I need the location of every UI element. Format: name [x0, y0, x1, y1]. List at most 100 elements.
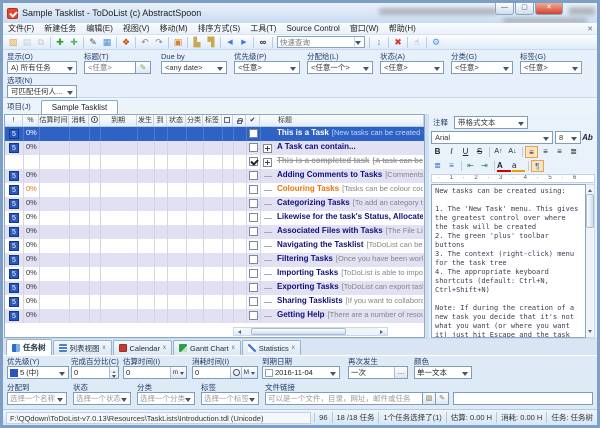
edit-task-icon[interactable]: ✎ — [86, 36, 100, 49]
preferences-gear-icon[interactable]: ⚙ — [429, 36, 443, 49]
redo-icon[interactable]: ↷ — [152, 36, 166, 49]
filter-options-dropdown[interactable]: 可匹配任何人... — [7, 85, 77, 98]
task-checkbox[interactable] — [249, 157, 258, 166]
attr-category-dropdown[interactable]: 选择一个分类 — [137, 392, 195, 405]
align-right-icon[interactable]: ≡ — [553, 146, 566, 158]
filter-due-dropdown[interactable]: <any date> — [161, 61, 227, 74]
save-icon[interactable]: ▤ — [20, 36, 34, 49]
tab-statistics[interactable]: Statisticsx — [242, 340, 301, 355]
sort-icon[interactable]: ↕ — [372, 36, 386, 49]
attr-status-dropdown[interactable]: 选择一个状态 — [73, 392, 131, 405]
comments-text[interactable]: New tasks can be created using: 1. The '… — [431, 184, 586, 338]
menu-tools[interactable]: 工具(T) — [245, 23, 281, 34]
scroll-thumb[interactable] — [251, 328, 346, 335]
filter-show-dropdown[interactable]: A) 所有任务 — [7, 61, 77, 74]
task-row[interactable]: 50%Filtering Tasks[Once you have been wo… — [5, 253, 424, 267]
quick-search-input[interactable] — [278, 38, 354, 47]
task-row[interactable]: 50%Associated Files with Tasks[The File … — [5, 225, 424, 239]
open-file-icon[interactable]: ▨ — [6, 36, 20, 49]
attr-allocto-dropdown[interactable]: 选择一个名称 — [7, 392, 67, 405]
filter-priority-dropdown[interactable]: <任意> — [234, 61, 300, 74]
find-tasks-icon[interactable]: ∞ — [256, 36, 270, 49]
column-spent[interactable]: 消耗 — [69, 115, 89, 126]
paragraph-icon[interactable]: ¶ — [531, 160, 544, 172]
align-left-icon[interactable]: ≡ — [525, 146, 538, 158]
time-tracking-clock-icon[interactable] — [230, 367, 241, 378]
menu-move[interactable]: 移动(M) — [155, 23, 193, 34]
task-row[interactable]: 50%Adding Comments to Tasks[Comments are… — [5, 169, 424, 183]
numbered-list-icon[interactable]: ≡ — [445, 160, 458, 172]
task-checkbox[interactable] — [249, 241, 258, 250]
maximize-tasklist-icon[interactable]: ▙ — [190, 36, 204, 49]
outdent-icon[interactable]: ⇤ — [464, 160, 477, 172]
scroll-left-icon[interactable] — [234, 328, 243, 335]
task-checkbox[interactable] — [249, 269, 258, 278]
filter-status-dropdown[interactable]: <任意> — [380, 61, 444, 74]
scroll-up-icon[interactable] — [586, 185, 594, 194]
filter-category-dropdown[interactable]: <任意> — [451, 61, 513, 74]
filter-allocto-dropdown[interactable]: <任意一个> — [307, 61, 373, 74]
task-checkbox[interactable] — [249, 199, 258, 208]
undo-icon[interactable]: ↶ — [138, 36, 152, 49]
close-button[interactable]: ✕ — [535, 3, 563, 15]
bold-icon[interactable]: B — [431, 146, 444, 158]
attr-color-dropdown[interactable]: 单一文本 — [414, 366, 472, 379]
column-to[interactable]: 到 — [154, 115, 167, 126]
task-checkbox[interactable] — [249, 171, 258, 180]
close-tab-icon[interactable]: x — [103, 345, 106, 351]
italic-icon[interactable]: I — [445, 146, 458, 158]
font-effects-icon[interactable]: Ab — [581, 132, 594, 144]
column-due[interactable]: 到期 — [100, 115, 137, 126]
task-row[interactable]: 50%Exporting Tasks[ToDoList can export t… — [5, 281, 424, 295]
task-row[interactable]: This is a completed task[A task can be m… — [5, 155, 424, 169]
scroll-thumb[interactable] — [586, 194, 594, 228]
task-color-brush-icon[interactable]: ❖ — [119, 36, 133, 49]
attr-recurrence-field[interactable]: 一次… — [348, 366, 408, 379]
menu-new-task[interactable]: 新建任务 — [39, 23, 81, 34]
task-row[interactable]: 50%Importing Tasks[ToDoList is able to i… — [5, 267, 424, 281]
scroll-down-icon[interactable] — [586, 328, 594, 337]
delete-task-icon[interactable]: ✖ — [391, 36, 405, 49]
new-subtask-icon[interactable]: ✚ — [67, 36, 81, 49]
comments-scrollbar[interactable] — [586, 184, 595, 338]
task-row[interactable]: 50%Getting Help[There are a number of re… — [5, 309, 424, 323]
menu-view[interactable]: 视图(V) — [118, 23, 155, 34]
spin-down-icon[interactable] — [110, 373, 118, 379]
strikethrough-icon[interactable]: S — [473, 146, 486, 158]
dependency-field[interactable] — [453, 392, 593, 405]
expand-icon[interactable] — [263, 158, 272, 167]
column-estimate[interactable]: 估算时间 — [39, 115, 69, 126]
task-checkbox[interactable] — [249, 297, 258, 306]
column-lock-icon[interactable] — [233, 115, 246, 126]
next-task-icon[interactable]: ▶ — [237, 36, 251, 49]
due-date-checkbox[interactable] — [265, 369, 273, 377]
task-row[interactable]: 50%Categorizing Tasks[To add an category… — [5, 197, 424, 211]
menu-edit[interactable]: 编辑(E) — [81, 23, 118, 34]
column-occur[interactable]: 发生 — [137, 115, 154, 126]
edit-filelink-icon[interactable]: ✎ — [436, 392, 449, 405]
column-check[interactable]: ✔ — [246, 115, 260, 126]
task-row[interactable]: 50%Navigating the Tasklist[ToDoList can … — [5, 239, 424, 253]
menu-help[interactable]: 帮助(H) — [384, 23, 421, 34]
task-checkbox[interactable] — [249, 213, 258, 222]
tab-calendar[interactable]: Calendarx — [113, 340, 172, 355]
task-checkbox[interactable] — [249, 185, 258, 194]
project-tab[interactable]: Sample Tasklist — [41, 100, 118, 114]
menu-source-control[interactable]: Source Control — [281, 24, 344, 33]
grow-font-icon[interactable]: A↑ — [492, 146, 505, 158]
browse-file-icon[interactable]: ▨ — [423, 392, 436, 405]
column-status[interactable]: 状态 — [167, 115, 186, 126]
attr-estimate-field[interactable]: 0m — [123, 366, 187, 379]
quick-search-chevron-icon[interactable] — [354, 37, 364, 47]
task-row[interactable]: 50%This is a Task[New tasks can be creat… — [5, 127, 424, 141]
menu-sort[interactable]: 排序方式(S) — [193, 23, 246, 34]
menu-window[interactable]: 窗口(W) — [345, 23, 384, 34]
task-checkbox[interactable] — [249, 311, 258, 320]
spent-unit-dropdown[interactable]: M — [241, 367, 257, 378]
task-checkbox[interactable] — [249, 129, 258, 138]
shrink-font-icon[interactable]: A↓ — [506, 146, 519, 158]
attr-filelink-field[interactable]: 可以是一个文件，目录，网址，邮件或任务 — [265, 392, 423, 405]
copy-icon[interactable]: ⧉ — [34, 36, 48, 49]
horizontal-scrollbar[interactable] — [233, 327, 388, 336]
column-clock-icon[interactable] — [89, 115, 100, 126]
